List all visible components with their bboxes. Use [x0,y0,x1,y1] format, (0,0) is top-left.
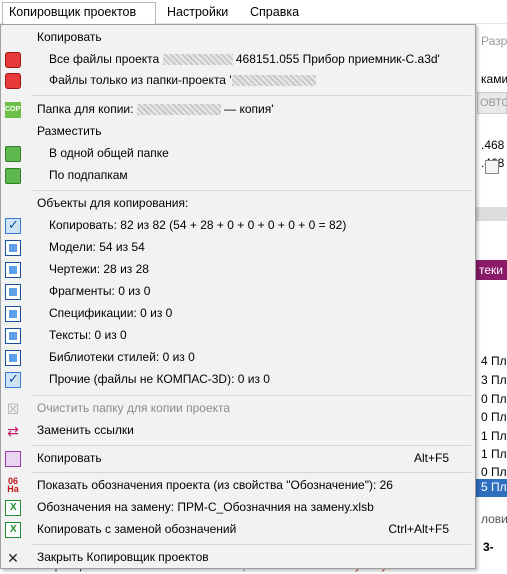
menu-item-folder-only[interactable]: Файлы только из папки-проекта ' [1,70,475,92]
bg-text: 1 Пл [481,447,507,461]
place-header: Разместить [37,124,102,138]
project-folder-icon [5,73,21,89]
menu-item-drawings[interactable]: Чертежи: 28 из 28 [1,259,475,281]
bg-text: ОВТО [477,92,507,114]
menu-item-fragments[interactable]: Фрагменты: 0 из 0 [1,281,475,303]
bg-text: 0 Пл [481,465,507,479]
menu-item-copy-count[interactable]: Копировать: 82 из 82 (54 + 28 + 0 + 0 + … [1,215,475,237]
menu-item-show-designations[interactable]: 06 Ha Показать обозначения проекта (из св… [1,475,475,497]
excel-icon [5,500,21,516]
shortcut: Ctrl+Alt+F5 [388,522,449,536]
redacted-text [136,104,221,116]
separator [31,95,471,96]
dropdown-menu: Копировать Все файлы проекта 468151.055 … [0,24,476,569]
library-icon [5,350,21,366]
replace-copy-icon [5,522,21,538]
menu-item-texts[interactable]: Тексты: 0 из 0 [1,325,475,347]
menu-item-others[interactable]: Прочие (файлы не КОМПАС-3D): 0 из 0 [1,369,475,391]
bg-text: лови [481,512,507,526]
swap-icon: ⇄ [7,423,19,439]
menu-item-subfolders[interactable]: По подпапкам [1,165,475,187]
bg-text: 0 Пл [481,410,507,424]
menu-item-replace-links[interactable]: ⇄ Заменить ссылки [1,420,475,442]
folder-label: Папка для копии: [37,102,134,116]
scroll-arrow[interactable] [485,160,499,174]
copy-header: Копировать [37,30,102,44]
bg-bar [475,207,507,221]
bg-text: Разр [481,34,507,48]
subfolders-icon [5,168,21,184]
separator [31,190,471,191]
menu-bar: Копировщик проектов Настройки Справка [0,0,507,24]
check-icon [5,217,21,234]
separator [31,544,471,545]
redacted-text [162,54,233,66]
text-doc-icon [5,328,21,344]
drawing-icon [5,262,21,278]
bg-text: 4 Пл [481,354,507,368]
bg-text: ками [481,72,507,86]
menu-item-copy[interactable]: Копировать Alt+F5 [1,448,475,470]
menu-item-copy-folder[interactable]: COPY Папка для копии: — копия' [1,99,475,121]
project-icon [5,52,21,68]
copy-icon [5,451,21,467]
bg-text: теки [475,260,507,280]
menu-help[interactable]: Справка [244,3,305,22]
bg-text: 3 Пл [481,373,507,387]
designation-icon: 06 Ha [7,476,19,494]
bg-text: 0 Пл [481,392,507,406]
bg-text: 3- [483,540,494,554]
background-panel: Разр ками ОВТО .468 .468 теки 4 Пл 3 Пл … [475,24,507,574]
model-icon [5,240,21,256]
menu-item-designations-file[interactable]: Обозначения на замену: ПРМ-С_Обозначния … [1,497,475,519]
bg-text: 1 Пл [481,429,507,443]
fragment-icon [5,284,21,300]
separator [31,472,471,473]
menu-item-copy-replace[interactable]: Копировать с заменой обозначений Ctrl+Al… [1,519,475,541]
redacted-text [231,75,316,87]
menu-settings[interactable]: Настройки [161,3,234,22]
specification-icon [5,306,21,322]
copy-folder-icon: COPY [5,102,25,118]
clear-icon: ☒ [6,401,20,417]
separator [31,445,471,446]
bg-text: .468 [481,138,505,152]
close-icon: ✕ [7,550,19,566]
objects-header: Объекты для копирования: [37,196,189,210]
menu-item-all-files[interactable]: Все файлы проекта 468151.055 Прибор прие… [1,49,475,71]
menu-item-specs[interactable]: Спецификации: 0 из 0 [1,303,475,325]
menu-project-copier[interactable]: Копировщик проектов [2,2,156,24]
menu-item-models[interactable]: Модели: 54 из 54 [1,237,475,259]
shortcut: Alt+F5 [413,451,449,465]
bg-text: 5 Пл [475,479,507,497]
menu-item-style-libs[interactable]: Библиотеки стилей: 0 из 0 [1,347,475,369]
check-icon [5,371,21,388]
menu-item-one-folder[interactable]: В одной общей папке [1,143,475,165]
menu-item-clear-folder[interactable]: ☒ Очистить папку для копии проекта [1,398,475,420]
folder-icon [5,146,21,162]
separator [31,395,471,396]
menu-item-close[interactable]: ✕ Закрыть Копировщик проектов [1,547,475,569]
